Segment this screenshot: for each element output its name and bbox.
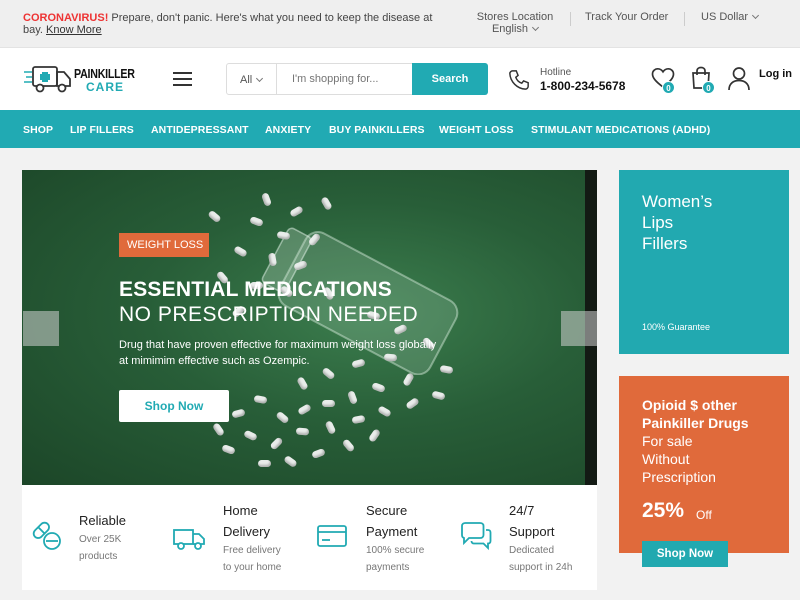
nav-item-stimulant-medications[interactable]: STIMULANT MEDICATIONS (ADHD) [531, 124, 710, 136]
hero-title: ESSENTIAL MEDICATIONS [119, 278, 392, 301]
chevron-down-icon [752, 11, 760, 20]
login-link[interactable]: Log in [759, 68, 792, 80]
promo-card-lip-fillers-subtitle: 100% Guarantee [642, 322, 711, 332]
promo-card-painkillers-subtitle: For sale Without Prescription [642, 432, 782, 486]
promo-discount-off: Off [696, 508, 712, 522]
promo2-title-line2: Painkiller Drugs [642, 415, 749, 431]
promo-card-painkillers-title: Opioid $ other Painkiller Drugs [642, 396, 782, 432]
hero-shop-now-button[interactable]: Shop Now [119, 390, 229, 422]
track-order-link[interactable]: Track Your Order [585, 12, 668, 23]
hero-subtitle: NO PRESCRIPTION NEEDED [119, 303, 419, 326]
chevron-down-icon [531, 23, 540, 32]
know-more-link[interactable]: Know More [46, 24, 102, 36]
nav-item-buy-painkillers[interactable]: BUY PAINKILLERS [329, 124, 425, 136]
promo-discount-percent: 25% [642, 499, 685, 522]
credit-card-icon [317, 525, 347, 547]
chevron-down-icon [256, 74, 264, 83]
feature-support-sub: Dedicated [509, 545, 555, 556]
top-bar: CORONAVIRUS! Prepare, don't panic. Here'… [0, 0, 800, 48]
divider [684, 12, 685, 26]
ambulance-logo-icon[interactable] [24, 64, 72, 94]
hero-description: Drug that have proven effective for maxi… [119, 339, 437, 367]
nav-item-weight-loss[interactable]: WEIGHT LOSS [439, 124, 514, 136]
promo1-line1: Women’s [642, 192, 713, 211]
language-label: English [491, 23, 529, 35]
search-input[interactable] [278, 64, 411, 94]
currency-select[interactable]: US Dollar [701, 11, 760, 23]
announcement-strong: CORONAVIRUS! [23, 12, 109, 24]
logo-text[interactable]: PAINKILLER [74, 66, 135, 81]
feature-delivery-title2: Delivery [223, 524, 270, 539]
feature-reliable-title: Reliable [79, 513, 126, 528]
nav-item-lip-fillers[interactable]: LIP FILLERS [70, 124, 134, 136]
promo1-line2: Lips [642, 213, 674, 232]
feature-payment-sub: 100% secure [366, 545, 425, 556]
logo-subtext[interactable]: CARE [86, 80, 124, 94]
search-bar: All Search [226, 63, 488, 95]
feature-delivery-title: Home [223, 503, 258, 518]
stores-location-label: Stores Location [476, 11, 554, 23]
pills-icon [32, 521, 61, 550]
feature-reliable-sub: Over 25K [79, 534, 122, 545]
feature-payment-title: Secure [366, 503, 408, 518]
hotline-number[interactable]: 1-800-234-5678 [540, 79, 625, 93]
promo1-line3: Fillers [642, 234, 688, 253]
language-select[interactable]: English [472, 24, 558, 35]
phone-icon [509, 70, 529, 90]
stores-location-link[interactable]: Stores Location English [472, 12, 558, 35]
delivery-truck-icon [173, 529, 205, 550]
currency-label: US Dollar [701, 11, 749, 23]
feature-support-sub2: support in 24h [509, 562, 573, 573]
nav-item-antidepressant[interactable]: ANTIDEPRESSANT [151, 124, 249, 136]
promo2-sub-line1: For sale [642, 433, 693, 449]
cart-count-badge: 0 [702, 81, 715, 94]
promo-shop-now-button[interactable]: Shop Now [642, 541, 728, 567]
wishlist-count-badge: 0 [662, 81, 675, 94]
promo-card-lip-fillers-title: Women’s Lips Fillers [642, 191, 782, 254]
feature-support-title: 24/7 [509, 503, 535, 518]
slider-next-arrow[interactable] [561, 311, 597, 346]
search-button[interactable]: Search [412, 63, 488, 95]
main-nav: SHOP LIP FILLERS ANTIDEPRESSANT ANXIETY … [0, 110, 800, 148]
feature-payment-sub2: payments [366, 562, 410, 573]
slider-prev-arrow[interactable] [23, 311, 59, 346]
user-icon[interactable] [727, 66, 751, 91]
feature-support-title2: Support [509, 524, 555, 539]
chat-bubbles-icon [461, 522, 492, 551]
feature-delivery-sub: Free delivery [223, 545, 281, 556]
menu-icon[interactable] [173, 72, 192, 86]
feature-delivery-sub2: to your home [223, 562, 282, 573]
divider [570, 12, 571, 26]
search-category-label: All [240, 74, 253, 86]
hero-slider [22, 170, 597, 485]
search-category-select[interactable]: All [227, 64, 277, 94]
promo2-sub-line3: Prescription [642, 469, 716, 485]
nav-item-shop[interactable]: SHOP [23, 124, 53, 136]
nav-item-anxiety[interactable]: ANXIETY [265, 124, 311, 136]
promo2-title-line1: Opioid $ other [642, 397, 737, 413]
promo2-sub-line2: Without [642, 451, 690, 467]
hero-category-tag[interactable]: WEIGHT LOSS [119, 233, 209, 257]
hotline-label: Hotline [540, 67, 572, 78]
announcement: CORONAVIRUS! Prepare, don't panic. Here'… [23, 12, 453, 36]
feature-reliable-sub2: products [79, 551, 118, 562]
feature-payment-title2: Payment [366, 524, 418, 539]
